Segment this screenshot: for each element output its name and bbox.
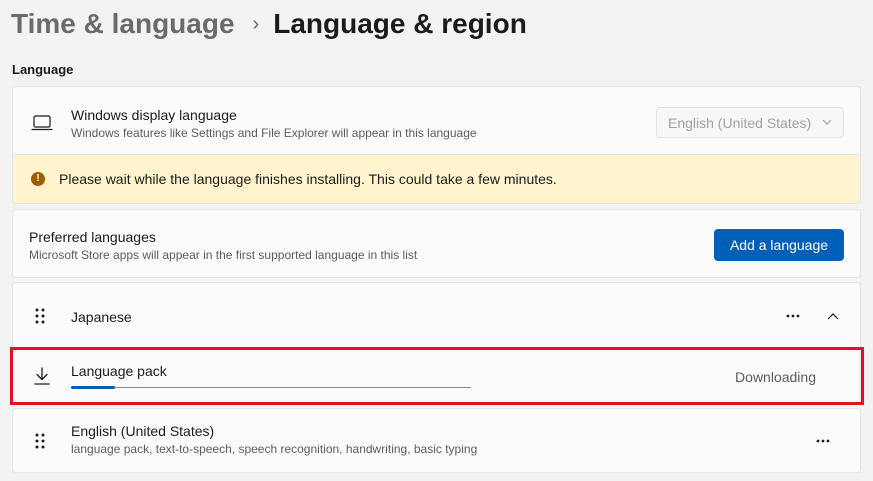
language-name: English (United States) — [71, 423, 215, 439]
chevron-up-icon — [827, 312, 839, 319]
warning-icon: ! — [31, 172, 45, 186]
chevron-down-icon — [822, 117, 832, 128]
display-language-dropdown-value: English (United States) — [668, 114, 812, 131]
breadcrumb-separator-icon: › — [252, 13, 260, 35]
language-pack-title: Language pack — [71, 363, 167, 379]
download-progress-fill — [71, 386, 115, 389]
download-status: Downloading — [735, 369, 816, 385]
display-language-dropdown[interactable]: English (United States) — [656, 107, 844, 138]
download-icon — [34, 367, 50, 385]
display-language-subtitle: Windows features like Settings and File … — [71, 126, 477, 140]
breadcrumb-parent-link[interactable]: Time & language — [11, 6, 235, 42]
more-icon — [816, 439, 830, 443]
preferred-languages-title: Preferred languages — [29, 229, 156, 245]
install-warning-banner: ! Please wait while the language finishe… — [12, 154, 861, 204]
language-pack-row: Language pack Downloading — [12, 349, 861, 406]
add-language-button[interactable]: Add a language — [714, 229, 844, 261]
language-item-english[interactable]: English (United States) language pack, t… — [12, 408, 861, 473]
collapse-button[interactable] — [818, 301, 848, 331]
page-title: Language & region — [273, 8, 527, 39]
more-icon — [786, 314, 800, 318]
drag-handle-icon[interactable] — [35, 308, 45, 324]
preferred-languages-card: Preferred languages Microsoft Store apps… — [12, 209, 861, 278]
breadcrumb: Time & language › Language & region — [11, 6, 527, 42]
language-features: language pack, text-to-speech, speech re… — [71, 442, 478, 456]
section-label-language: Language — [12, 62, 74, 77]
preferred-languages-subtitle: Microsoft Store apps will appear in the … — [29, 248, 418, 262]
language-item-japanese[interactable]: Japanese — [12, 282, 861, 349]
more-options-button[interactable] — [778, 301, 808, 331]
language-name: Japanese — [71, 309, 132, 325]
drag-handle-icon[interactable] — [35, 433, 45, 449]
download-progress-bar — [71, 386, 471, 389]
display-language-card: Windows display language Windows feature… — [12, 86, 861, 155]
display-language-title: Windows display language — [71, 107, 237, 123]
install-warning-text: Please wait while the language finishes … — [59, 171, 557, 187]
laptop-icon — [31, 115, 53, 131]
more-options-button[interactable] — [808, 426, 838, 456]
